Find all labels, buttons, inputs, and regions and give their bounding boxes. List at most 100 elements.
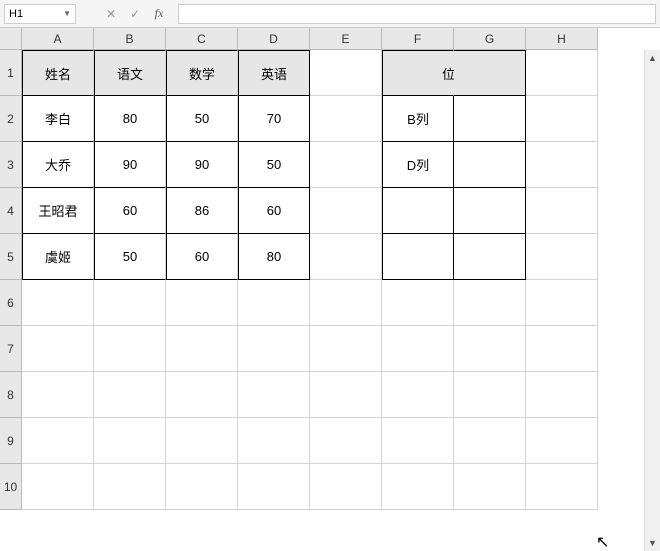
- cell-D5[interactable]: 80: [238, 234, 310, 280]
- cell-F1[interactable]: 位置: [382, 50, 454, 96]
- row-header-6[interactable]: 6: [0, 280, 22, 326]
- row-header-10[interactable]: 10: [0, 464, 22, 510]
- cell-E10[interactable]: [310, 464, 382, 510]
- cell-B2[interactable]: 80: [94, 96, 166, 142]
- cell-E2[interactable]: [310, 96, 382, 142]
- cell-F4[interactable]: [382, 188, 454, 234]
- cell-A6[interactable]: [22, 280, 94, 326]
- row-header-2[interactable]: 2: [0, 96, 22, 142]
- cell-D7[interactable]: [238, 326, 310, 372]
- row-header-4[interactable]: 4: [0, 188, 22, 234]
- cell-A4[interactable]: 王昭君: [22, 188, 94, 234]
- cell-C3[interactable]: 90: [166, 142, 238, 188]
- scroll-up-icon[interactable]: ▲: [645, 50, 660, 66]
- cell-G7[interactable]: [454, 326, 526, 372]
- cell-F10[interactable]: [382, 464, 454, 510]
- row-header-9[interactable]: 9: [0, 418, 22, 464]
- cell-A10[interactable]: [22, 464, 94, 510]
- cell-C9[interactable]: [166, 418, 238, 464]
- cell-F7[interactable]: [382, 326, 454, 372]
- cell-A7[interactable]: [22, 326, 94, 372]
- cell-E7[interactable]: [310, 326, 382, 372]
- cell-B8[interactable]: [94, 372, 166, 418]
- cell-C8[interactable]: [166, 372, 238, 418]
- cell-E1[interactable]: [310, 50, 382, 96]
- cell-B1[interactable]: 语文: [94, 50, 166, 96]
- cell-E4[interactable]: [310, 188, 382, 234]
- cell-B3[interactable]: 90: [94, 142, 166, 188]
- cell-D10[interactable]: [238, 464, 310, 510]
- col-header-B[interactable]: B: [94, 28, 166, 50]
- cell-D3[interactable]: 50: [238, 142, 310, 188]
- col-header-F[interactable]: F: [382, 28, 454, 50]
- cell-D1[interactable]: 英语: [238, 50, 310, 96]
- row-header-5[interactable]: 5: [0, 234, 22, 280]
- formula-bar[interactable]: [178, 4, 656, 24]
- cell-H1[interactable]: [526, 50, 598, 96]
- cell-C4[interactable]: 86: [166, 188, 238, 234]
- cell-E3[interactable]: [310, 142, 382, 188]
- cell-G5[interactable]: [454, 234, 526, 280]
- cell-A9[interactable]: [22, 418, 94, 464]
- cell-D8[interactable]: [238, 372, 310, 418]
- cell-B4[interactable]: 60: [94, 188, 166, 234]
- cell-B7[interactable]: [94, 326, 166, 372]
- name-box[interactable]: H1 ▼: [4, 4, 76, 24]
- cell-E6[interactable]: [310, 280, 382, 326]
- col-header-G[interactable]: G: [454, 28, 526, 50]
- col-header-H[interactable]: H: [526, 28, 598, 50]
- cell-E8[interactable]: [310, 372, 382, 418]
- row-header-7[interactable]: 7: [0, 326, 22, 372]
- cell-E5[interactable]: [310, 234, 382, 280]
- cell-G10[interactable]: [454, 464, 526, 510]
- cell-C6[interactable]: [166, 280, 238, 326]
- cell-H6[interactable]: [526, 280, 598, 326]
- cell-H8[interactable]: [526, 372, 598, 418]
- cell-H4[interactable]: [526, 188, 598, 234]
- cell-G4[interactable]: [454, 188, 526, 234]
- cell-H9[interactable]: [526, 418, 598, 464]
- cell-H2[interactable]: [526, 96, 598, 142]
- cell-A8[interactable]: [22, 372, 94, 418]
- cell-G9[interactable]: [454, 418, 526, 464]
- cell-H10[interactable]: [526, 464, 598, 510]
- col-header-A[interactable]: A: [22, 28, 94, 50]
- cell-H5[interactable]: [526, 234, 598, 280]
- row-header-1[interactable]: 1: [0, 50, 22, 96]
- cell-H7[interactable]: [526, 326, 598, 372]
- cell-F8[interactable]: [382, 372, 454, 418]
- cell-C5[interactable]: 60: [166, 234, 238, 280]
- cell-D6[interactable]: [238, 280, 310, 326]
- cell-B6[interactable]: [94, 280, 166, 326]
- cell-B9[interactable]: [94, 418, 166, 464]
- cell-G6[interactable]: [454, 280, 526, 326]
- cell-D4[interactable]: 60: [238, 188, 310, 234]
- cell-D9[interactable]: [238, 418, 310, 464]
- cell-F2[interactable]: B列: [382, 96, 454, 142]
- chevron-down-icon[interactable]: ▼: [63, 9, 71, 18]
- row-header-3[interactable]: 3: [0, 142, 22, 188]
- col-header-E[interactable]: E: [310, 28, 382, 50]
- fx-icon[interactable]: fx: [148, 4, 170, 24]
- cell-A3[interactable]: 大乔: [22, 142, 94, 188]
- cell-F6[interactable]: [382, 280, 454, 326]
- cell-C2[interactable]: 50: [166, 96, 238, 142]
- cell-B10[interactable]: [94, 464, 166, 510]
- cell-C7[interactable]: [166, 326, 238, 372]
- cell-G8[interactable]: [454, 372, 526, 418]
- col-header-C[interactable]: C: [166, 28, 238, 50]
- row-header-8[interactable]: 8: [0, 372, 22, 418]
- cell-C1[interactable]: 数学: [166, 50, 238, 96]
- cell-H3[interactable]: [526, 142, 598, 188]
- cell-A5[interactable]: 虞姬: [22, 234, 94, 280]
- cell-F9[interactable]: [382, 418, 454, 464]
- cell-G2[interactable]: [454, 96, 526, 142]
- cell-A2[interactable]: 李白: [22, 96, 94, 142]
- cell-C10[interactable]: [166, 464, 238, 510]
- cell-E9[interactable]: [310, 418, 382, 464]
- cell-G3[interactable]: [454, 142, 526, 188]
- cell-A1[interactable]: 姓名: [22, 50, 94, 96]
- vertical-scrollbar[interactable]: ▲ ▼: [644, 50, 660, 551]
- scroll-down-icon[interactable]: ▼: [645, 535, 660, 551]
- accept-icon[interactable]: ✓: [124, 4, 146, 24]
